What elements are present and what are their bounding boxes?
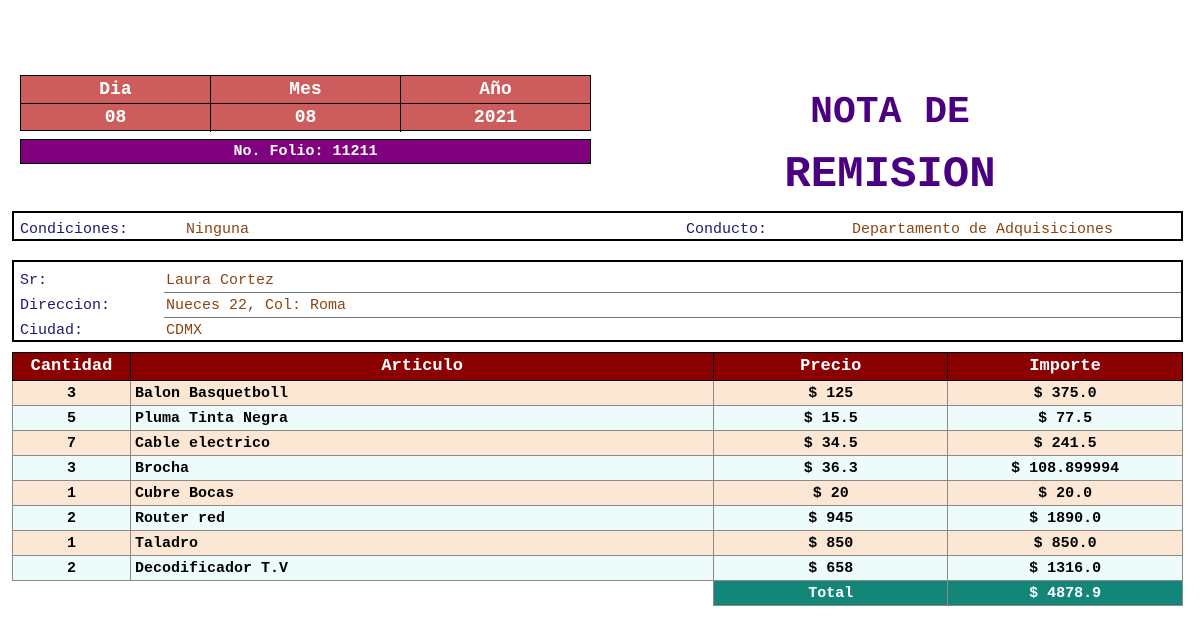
- cell-price: $ 658: [713, 555, 949, 581]
- day-header: Dia: [21, 76, 211, 104]
- table-header-row: Cantidad Articulo Precio Importe: [12, 352, 1183, 381]
- cell-article: Pluma Tinta Negra: [129, 405, 715, 431]
- conditions-value: Ninguna: [186, 221, 250, 238]
- cell-amount: $ 850.0: [947, 530, 1183, 556]
- cell-amount: $ 375.0: [947, 380, 1183, 406]
- city-value: CDMX: [166, 322, 203, 339]
- table-row: 2 Decodificador T.V $ 658 $ 1316.0: [12, 555, 1183, 581]
- cell-amount: $ 241.5: [947, 430, 1183, 456]
- total-spacer: [130, 580, 714, 606]
- cell-quantity: 3: [12, 380, 131, 406]
- day-value: 08: [21, 104, 211, 132]
- title-line-1: NOTA DE: [810, 91, 970, 134]
- year-header: Año: [401, 76, 590, 104]
- cell-price: $ 34.5: [713, 430, 949, 456]
- cell-quantity: 2: [12, 555, 131, 581]
- table-row: 5 Pluma Tinta Negra $ 15.5 $ 77.5: [12, 405, 1183, 431]
- cell-amount: $ 77.5: [947, 405, 1183, 431]
- address-label: Direccion:: [20, 297, 111, 314]
- date-table: Dia Mes Año 08 08 2021: [20, 75, 591, 132]
- sr-value: Laura Cortez: [164, 272, 1181, 293]
- table-row: 3 Balon Basquetboll $ 125 $ 375.0: [12, 380, 1183, 406]
- table-row: 7 Cable electrico $ 34.5 $ 241.5: [12, 430, 1183, 456]
- city-label: Ciudad:: [20, 322, 84, 339]
- cell-amount: $ 1890.0: [947, 505, 1183, 531]
- cell-quantity: 7: [12, 430, 131, 456]
- folio-number: No. Folio: 11211: [20, 139, 591, 164]
- cell-article: Brocha: [129, 455, 715, 481]
- sr-label: Sr:: [20, 272, 48, 289]
- month-header: Mes: [211, 76, 401, 104]
- cell-price: $ 945: [713, 505, 949, 531]
- conduct-value: Departamento de Adquisiciones: [852, 221, 1114, 238]
- table-row: 3 Brocha $ 36.3 $ 108.899994: [12, 455, 1183, 481]
- table-row: 1 Cubre Bocas $ 20 $ 20.0: [12, 480, 1183, 506]
- header-article: Articulo: [129, 352, 715, 381]
- title-line-2: REMISION: [784, 150, 996, 200]
- year-value: 2021: [473, 108, 518, 128]
- cell-amount: $ 1316.0: [947, 555, 1183, 581]
- header-quantity: Cantidad: [12, 352, 131, 381]
- cell-amount: $ 20.0: [947, 480, 1183, 506]
- header-amount: Importe: [947, 352, 1183, 381]
- cell-price: $ 850: [713, 530, 949, 556]
- cell-quantity: 3: [12, 455, 131, 481]
- cell-quantity: 5: [12, 405, 131, 431]
- total-row: Total $ 4878.9: [12, 580, 1183, 606]
- header-price: Precio: [713, 352, 949, 381]
- total-spacer: [12, 580, 131, 606]
- customer-row-address: Direccion: Nueces 22, Col: Roma: [14, 293, 1181, 318]
- conditions-row: Condiciones: Ninguna Conducto: Departame…: [12, 211, 1183, 241]
- total-value: $ 4878.9: [947, 580, 1183, 606]
- cell-price: $ 125: [713, 380, 949, 406]
- cell-price: $ 20: [713, 480, 949, 506]
- cell-amount: $ 108.899994: [947, 455, 1183, 481]
- cell-price: $ 36.3: [713, 455, 949, 481]
- conditions-label: Condiciones:: [20, 221, 129, 238]
- address-value: Nueces 22, Col: Roma: [164, 297, 1181, 318]
- table-row: 2 Router red $ 945 $ 1890.0: [12, 505, 1183, 531]
- cell-price: $ 15.5: [713, 405, 949, 431]
- cell-article: Router red: [129, 505, 715, 531]
- conduct-label: Conducto:: [686, 221, 768, 238]
- cell-quantity: 1: [12, 480, 131, 506]
- cell-quantity: 2: [12, 505, 131, 531]
- month-value: 08: [211, 104, 401, 132]
- cell-article: Cubre Bocas: [129, 480, 715, 506]
- cell-article: Taladro: [129, 530, 715, 556]
- cell-article: Cable electrico: [129, 430, 715, 456]
- total-label: Total: [713, 580, 949, 606]
- cell-quantity: 1: [12, 530, 131, 556]
- items-table: Cantidad Articulo Precio Importe 3 Balon…: [12, 352, 1183, 606]
- customer-row-city: Ciudad: CDMX: [14, 318, 1181, 343]
- customer-box: Sr: Laura Cortez Direccion: Nueces 22, C…: [12, 260, 1183, 342]
- table-row: 1 Taladro $ 850 $ 850.0: [12, 530, 1183, 556]
- document-title: NOTA DE REMISION: [700, 82, 1080, 206]
- cell-article: Balon Basquetboll: [129, 380, 715, 406]
- customer-row-sr: Sr: Laura Cortez: [14, 268, 1181, 293]
- cell-article: Decodificador T.V: [129, 555, 715, 581]
